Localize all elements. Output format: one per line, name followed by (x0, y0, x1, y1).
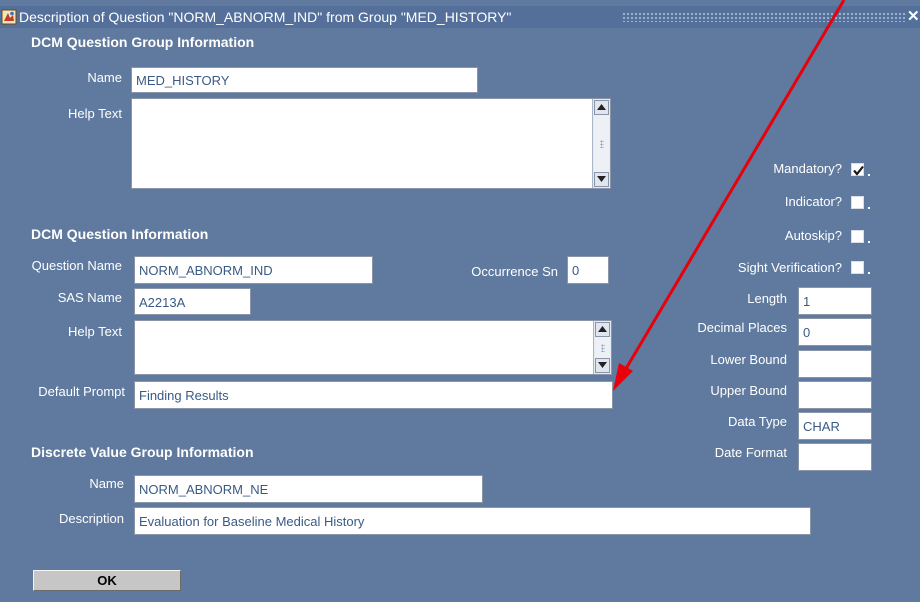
mandatory-label: Mandatory? (773, 161, 842, 176)
dvg-description-field[interactable]: Evaluation for Baseline Medical History (134, 507, 811, 535)
scroll-down-icon[interactable] (594, 172, 609, 187)
question-info-heading: DCM Question Information (31, 226, 209, 242)
decimal-places-field[interactable]: 0 (798, 318, 872, 346)
dvg-name-label: Name (89, 476, 124, 491)
scroll-thumb[interactable] (594, 115, 609, 172)
autoskip-label: Autoskip? (784, 228, 842, 243)
sight-verification-checkbox[interactable] (851, 261, 864, 274)
group-help-scrollbar[interactable] (592, 99, 610, 188)
group-info-heading: DCM Question Group Information (31, 34, 255, 50)
data-type-field[interactable]: CHAR (798, 412, 872, 440)
dvg-name-field[interactable]: NORM_ABNORM_NE (134, 475, 483, 503)
indicator-checkbox[interactable] (851, 196, 864, 209)
dialog-window: Description of Question "NORM_ABNORM_IND… (0, 0, 920, 602)
scroll-thumb[interactable] (595, 337, 610, 358)
decimal-places-label: Decimal Places (697, 320, 787, 335)
group-help-label: Help Text (68, 106, 122, 121)
sas-name-label: SAS Name (57, 290, 122, 305)
checkmark-icon (853, 165, 864, 176)
scroll-up-icon[interactable] (594, 100, 609, 115)
group-name-field[interactable]: MED_HISTORY (131, 67, 478, 93)
dvg-info-heading: Discrete Value Group Information (31, 444, 254, 460)
ok-button[interactable]: OK (33, 570, 181, 591)
scroll-down-icon[interactable] (595, 358, 610, 373)
indicator-label: Indicator? (784, 194, 842, 209)
autoskip-checkbox[interactable] (851, 230, 864, 243)
length-field[interactable]: 1 (798, 287, 872, 315)
group-name-label: Name (87, 70, 122, 85)
date-format-label: Date Format (714, 445, 787, 460)
close-icon[interactable]: ✕ (907, 6, 920, 28)
upper-bound-label: Upper Bound (710, 383, 787, 398)
dvg-description-label: Description (58, 511, 124, 526)
question-help-label: Help Text (68, 324, 122, 339)
sight-verification-label: Sight Verification? (737, 260, 842, 275)
group-help-textarea[interactable] (131, 98, 611, 189)
title-bar: Description of Question "NORM_ABNORM_IND… (0, 6, 920, 28)
window-title: Description of Question "NORM_ABNORM_IND… (19, 9, 512, 25)
default-prompt-label: Default Prompt (38, 384, 125, 399)
app-icon (1, 9, 17, 25)
question-name-field[interactable]: NORM_ABNORM_IND (134, 256, 373, 284)
occurrence-sn-label: Occurrence Sn (471, 264, 558, 279)
scroll-up-icon[interactable] (595, 322, 610, 337)
sas-name-field[interactable]: A2213A (134, 288, 251, 315)
occurrence-sn-field[interactable]: 0 (567, 256, 609, 284)
date-format-field[interactable] (798, 443, 872, 471)
lower-bound-label: Lower Bound (710, 352, 787, 367)
default-prompt-field[interactable]: Finding Results (134, 381, 613, 409)
data-type-label: Data Type (727, 414, 787, 429)
lower-bound-field[interactable] (798, 350, 872, 378)
question-help-textarea[interactable] (134, 320, 612, 375)
length-label: Length (747, 291, 787, 306)
question-help-scrollbar[interactable] (593, 321, 611, 374)
mandatory-checkbox[interactable] (851, 163, 864, 176)
upper-bound-field[interactable] (798, 381, 872, 409)
question-name-label: Question Name (31, 258, 122, 273)
title-bar-grip[interactable] (622, 12, 907, 22)
